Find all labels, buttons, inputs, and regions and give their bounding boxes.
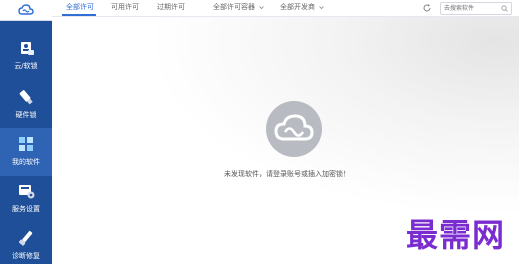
container-filter-dropdown[interactable]: 全部许可容器 xyxy=(213,2,265,12)
chevron-down-icon xyxy=(259,5,265,9)
sidebar-item-label: 服务设置 xyxy=(12,205,40,213)
empty-state-message: 未发现软件，请登录账号或插入加密锁！ xyxy=(224,170,350,178)
cloud-lock-icon xyxy=(21,42,34,55)
cloud-logo-icon xyxy=(18,4,34,15)
diagnose-repair-icon xyxy=(18,230,33,246)
active-tab-indicator xyxy=(62,14,96,16)
cubes-icon xyxy=(19,137,33,151)
sidebar-item-my-software[interactable]: 我的软件 xyxy=(0,128,52,176)
tab-all-licenses[interactable]: 全部许可 xyxy=(66,2,94,12)
server-settings-icon xyxy=(19,185,35,199)
search-box xyxy=(440,2,512,15)
sidebar-item-label: 云/软锁 xyxy=(14,62,38,70)
sidebar-item-hardware-lock[interactable]: 硬件锁 xyxy=(0,81,52,129)
container-filter-label: 全部许可容器 xyxy=(213,3,255,11)
usb-key-icon xyxy=(19,90,33,105)
developer-filter-label: 全部开发商 xyxy=(280,3,315,11)
developer-filter-dropdown[interactable]: 全部开发商 xyxy=(280,2,325,12)
watermark-text: 最需网 xyxy=(406,216,506,254)
sidebar-item-label: 诊断修复 xyxy=(12,252,40,260)
sidebar-item-label: 硬件锁 xyxy=(15,111,37,119)
search-icon[interactable] xyxy=(501,5,508,12)
sidebar: 云/软锁 硬件锁 我的软件 服务设置 诊断修复 xyxy=(0,0,52,264)
tab-expired-licenses[interactable]: 过期许可 xyxy=(157,2,185,12)
cloud-logo-icon xyxy=(274,114,314,141)
sidebar-item-diagnose-repair[interactable]: 诊断修复 xyxy=(0,222,52,270)
sidebar-item-service-settings[interactable]: 服务设置 xyxy=(0,175,52,223)
chevron-down-icon xyxy=(319,5,325,9)
sidebar-item-label: 我的软件 xyxy=(12,158,40,166)
top-bar: 全部许可 可用许可 过期许可 全部许可容器 全部开发商 xyxy=(52,0,519,17)
empty-state-logo xyxy=(266,101,322,157)
search-input[interactable] xyxy=(444,3,494,14)
sidebar-item-cloud-lock[interactable]: 云/软锁 xyxy=(0,32,52,80)
app-logo xyxy=(0,0,52,21)
refresh-icon[interactable] xyxy=(422,3,432,13)
tab-available-licenses[interactable]: 可用许可 xyxy=(111,2,139,12)
